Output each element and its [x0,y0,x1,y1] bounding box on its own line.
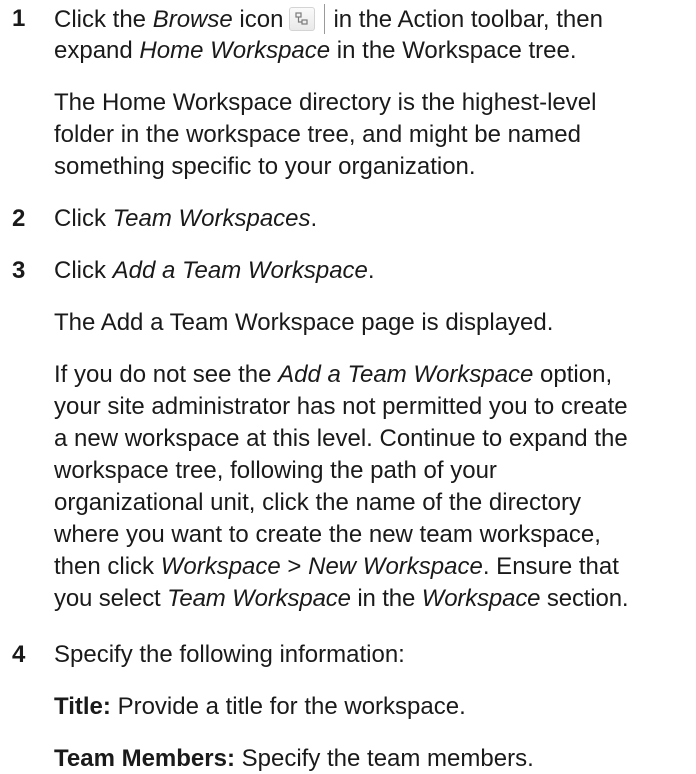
ui-term-home-workspace: Home Workspace [139,37,331,64]
step-number: 4 [12,641,26,668]
text: Click the [54,6,153,33]
field-description: Provide a title for the workspace. [110,693,466,720]
step-1-note-line-1: The Home Workspace directory is the high… [54,89,597,116]
step-3-note-line-7: then click Workspace > New Workspace. En… [54,552,696,582]
tree-browse-icon [289,7,316,31]
step-1-note-line-2: folder in the workspace tree, and might … [54,121,581,148]
step-number: 3 [12,257,26,284]
step-1-line-1: Click the Browse icon in the Action toolb… [54,4,696,35]
step-3-note-line-5: organizational unit, click the name of t… [54,489,581,516]
step-number: 2 [12,205,26,232]
field-label: Team Members: [54,745,235,772]
step-3-note-line-4: workspace tree, following the path of yo… [54,457,497,484]
step-3-note-line-6: where you want to create the new team wo… [54,521,601,548]
field-title-line: Title: Provide a title for the workspace… [54,692,696,722]
text: . [367,257,375,284]
text: section. [540,585,629,612]
text: in the [350,585,422,612]
text: > [280,553,309,580]
step-3-note-line-2: your site administrator has not permitte… [54,393,628,420]
step-1-note-line-3: something specific to your organization. [54,153,476,180]
text: in the Workspace tree. [330,37,577,64]
field-label: Title: [54,693,111,720]
field-team-members-line: Team Members: Specify the team members. [54,744,696,774]
text: . [310,205,318,232]
ui-term-add-team-workspace: Add a Team Workspace [112,257,368,284]
step-4-line: Specify the following information: [54,641,405,668]
toolbar-separator [324,4,326,34]
text: . Ensure that [482,553,619,580]
ui-term: Add a Team Workspace [278,361,534,388]
text: Click [54,205,113,232]
text: expand [54,37,140,64]
text: icon [232,6,284,33]
step-3-note-line-1: If you do not see the Add a Team Workspa… [54,360,696,390]
text: you select [54,585,168,612]
text: in the Action toolbar, then [333,6,603,33]
ui-term: Workspace [421,585,541,612]
step-3-note-line-3: a new workspace at this level. Continue … [54,425,628,452]
ui-term: New Workspace [308,553,483,580]
step-3-note-line-8: you select Team Workspace in the Workspa… [54,584,696,614]
step-1-line-2: expand Home Workspace in the Workspace t… [54,36,696,66]
text: Click [54,257,113,284]
step-number: 1 [12,5,26,32]
text: If you do not see the [54,361,279,388]
step-3-line: Click Add a Team Workspace. [54,256,696,286]
ui-term-browse: Browse [152,6,233,33]
document-page: 1 Click the Browse icon in the Action too… [0,0,696,772]
text: then click [54,553,161,580]
ui-term: Workspace [160,553,281,580]
step-3-result: The Add a Team Workspace page is display… [54,309,554,336]
step-2-line: Click Team Workspaces. [54,204,696,234]
field-description: Specify the team members. [234,745,534,772]
ui-term-team-workspaces: Team Workspaces [112,205,311,232]
text: option, [533,361,613,388]
ui-term: Team Workspace [167,585,351,612]
